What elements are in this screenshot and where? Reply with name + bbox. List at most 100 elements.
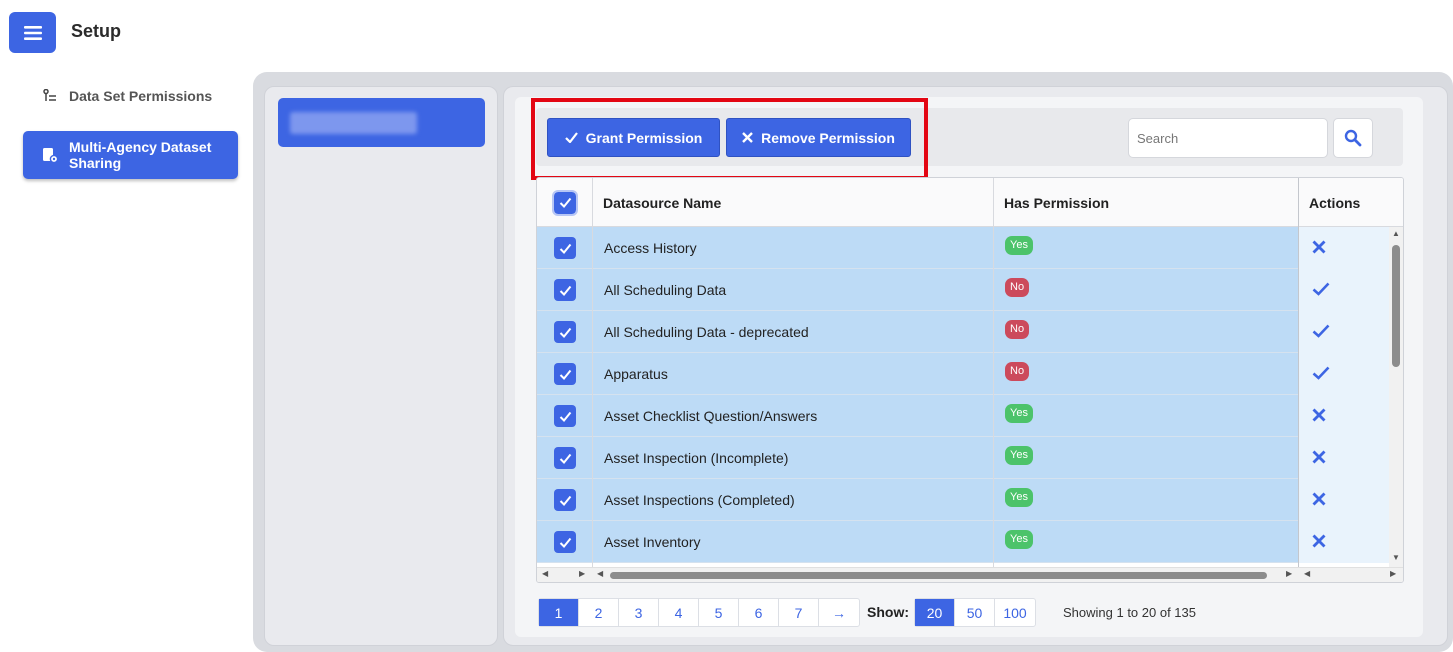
search-button[interactable] xyxy=(1333,118,1373,158)
redacted-agency-name xyxy=(290,112,417,134)
select-all-checkbox[interactable] xyxy=(552,189,578,216)
search-input[interactable] xyxy=(1128,118,1328,158)
scroll-right-icon[interactable]: ▶ xyxy=(1286,569,1292,578)
permission-cell: Yes xyxy=(1005,479,1033,521)
checkmark-icon xyxy=(559,537,571,548)
next-page-button[interactable]: → xyxy=(819,599,859,626)
row-checkbox[interactable] xyxy=(554,279,576,301)
page-size-option[interactable]: 20 xyxy=(915,599,955,626)
page-button[interactable]: 6 xyxy=(739,599,779,626)
pinned-column-divider xyxy=(1298,178,1299,582)
page-button[interactable]: 1 xyxy=(539,599,579,626)
permission-cell: No xyxy=(1005,311,1030,353)
datasource-name: Asset Inspection (Incomplete) xyxy=(604,450,789,466)
checkmark-icon xyxy=(559,197,571,208)
permission-badge: Yes xyxy=(1005,446,1033,465)
column-header-datasource-name[interactable]: Datasource Name xyxy=(603,178,721,227)
row-select-cell xyxy=(554,311,576,353)
page-button[interactable]: 2 xyxy=(579,599,619,626)
column-header-actions: Actions xyxy=(1309,194,1361,211)
row-select-cell xyxy=(554,227,576,269)
hamburger-menu-button[interactable] xyxy=(9,12,56,53)
table-row[interactable]: All Scheduling Data - deprecated No xyxy=(537,311,1389,353)
permission-cell: No xyxy=(1005,269,1030,311)
page-button[interactable]: 7 xyxy=(779,599,819,626)
actions-cell xyxy=(1299,521,1389,563)
table-row[interactable]: Asset Inventory Yes xyxy=(537,521,1389,563)
actions-cell xyxy=(1299,269,1389,311)
permission-badge: No xyxy=(1005,278,1030,297)
highlight-box xyxy=(531,98,928,180)
permission-badge: Yes xyxy=(1005,488,1033,507)
row-checkbox[interactable] xyxy=(554,363,576,385)
table-header: Datasource Name Has Permission Actions xyxy=(537,178,1403,227)
scroll-thumb[interactable] xyxy=(610,572,1267,579)
page-button[interactable]: 3 xyxy=(619,599,659,626)
remove-action-close-icon[interactable] xyxy=(1312,450,1326,467)
page-button[interactable]: 5 xyxy=(699,599,739,626)
table-row[interactable]: Apparatus No xyxy=(537,353,1389,395)
grant-action-check-icon[interactable] xyxy=(1312,282,1330,299)
scroll-right-icon[interactable]: ▶ xyxy=(1390,569,1396,578)
table-row[interactable]: Asset Checklist Question/Answers Yes xyxy=(537,395,1389,437)
row-select-cell xyxy=(554,479,576,521)
remove-action-close-icon[interactable] xyxy=(1312,534,1326,551)
table-row[interactable]: Access History Yes xyxy=(537,227,1389,269)
row-checkbox[interactable] xyxy=(554,237,576,259)
scroll-up-icon[interactable]: ▲ xyxy=(1389,229,1403,238)
scroll-down-icon[interactable]: ▼ xyxy=(1389,553,1403,562)
row-checkbox[interactable] xyxy=(554,447,576,469)
search-icon xyxy=(1344,129,1362,147)
actions-cell xyxy=(1299,353,1389,395)
page-button[interactable]: 4 xyxy=(659,599,699,626)
row-checkbox[interactable] xyxy=(554,405,576,427)
remove-action-close-icon[interactable] xyxy=(1312,240,1326,257)
grant-action-check-icon[interactable] xyxy=(1312,366,1330,383)
horizontal-scrollbar[interactable]: ◀ ▶ ◀ ▶ ◀ ▶ xyxy=(537,567,1403,582)
sidebar-item-data-set-permissions[interactable]: Data Set Permissions xyxy=(23,84,238,108)
scroll-left-icon[interactable]: ◀ xyxy=(1304,569,1310,578)
grant-action-check-icon[interactable] xyxy=(1312,324,1330,341)
actions-cell xyxy=(1299,479,1389,521)
datasource-name: Asset Checklist Question/Answers xyxy=(604,408,818,424)
agency-list-item-selected[interactable] xyxy=(278,98,485,147)
scroll-left-icon[interactable]: ◀ xyxy=(597,569,603,578)
datasource-name: Apparatus xyxy=(604,366,668,382)
sidebar-item-label: Multi-Agency Dataset Sharing xyxy=(69,139,212,171)
page-size-option[interactable]: 50 xyxy=(955,599,995,626)
remove-action-close-icon[interactable] xyxy=(1312,408,1326,425)
permission-badge: No xyxy=(1005,320,1030,339)
table-row[interactable]: All Scheduling Data No xyxy=(537,269,1389,311)
datasource-name: All Scheduling Data xyxy=(604,282,727,298)
scroll-thumb[interactable] xyxy=(1392,245,1400,367)
vertical-scrollbar[interactable]: ▲ ▼ xyxy=(1389,227,1403,567)
column-header-has-permission[interactable]: Has Permission xyxy=(1004,178,1109,227)
datasource-name: Access History xyxy=(604,240,697,256)
actions-cell xyxy=(1299,311,1389,353)
permission-cell: No xyxy=(1005,353,1030,395)
table-row[interactable]: Asset Inspections (Completed) Yes xyxy=(537,479,1389,521)
datasource-name: All Scheduling Data - deprecated xyxy=(604,324,809,340)
row-checkbox[interactable] xyxy=(554,489,576,511)
permission-cell: Yes xyxy=(1005,395,1033,437)
sidebar-item-multi-agency-dataset-sharing[interactable]: Multi-Agency Dataset Sharing xyxy=(23,131,238,179)
permission-badge: Yes xyxy=(1005,404,1033,423)
datasource-table: Datasource Name Has Permission Actions A… xyxy=(536,177,1404,583)
permission-badge: Yes xyxy=(1005,530,1033,549)
permission-badge: Yes xyxy=(1005,236,1033,255)
checkmark-icon xyxy=(559,285,571,296)
checkmark-icon xyxy=(559,495,571,506)
row-checkbox[interactable] xyxy=(554,321,576,343)
table-row[interactable]: Asset Inspection (Incomplete) Yes xyxy=(537,437,1389,479)
tree-list-icon xyxy=(41,89,59,103)
checkmark-icon xyxy=(559,411,571,422)
row-select-cell xyxy=(554,353,576,395)
permission-cell: Yes xyxy=(1005,437,1033,479)
scroll-right-icon[interactable]: ▶ xyxy=(579,569,585,578)
remove-action-close-icon[interactable] xyxy=(1312,492,1326,509)
scroll-left-icon[interactable]: ◀ xyxy=(542,569,548,578)
row-select-cell xyxy=(554,395,576,437)
page-size-option[interactable]: 100 xyxy=(995,599,1035,626)
column-divider xyxy=(993,178,994,567)
row-checkbox[interactable] xyxy=(554,531,576,553)
